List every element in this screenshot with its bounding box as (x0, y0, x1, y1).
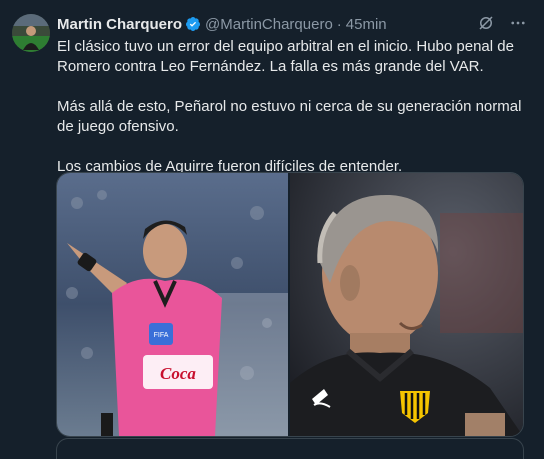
author-name[interactable]: Martin Charquero (57, 16, 182, 33)
svg-text:FIFA: FIFA (154, 332, 169, 339)
tweet-text: El clásico tuvo un error del equipo arbi… (57, 37, 527, 177)
avatar[interactable] (12, 14, 50, 52)
grok-icon[interactable] (477, 14, 495, 36)
coca-cola-logo-text: Coca (160, 364, 196, 383)
referee-photo[interactable]: FIFA Coca (57, 173, 290, 436)
tweet-paragraph-1: El clásico tuvo un error del equipo arbi… (57, 38, 514, 75)
timestamp[interactable]: 45min (346, 16, 387, 33)
coach-photo[interactable] (290, 173, 523, 436)
header-actions (477, 14, 527, 36)
tweet-paragraph-2: Más allá de esto, Peñarol no estuvo ni c… (57, 98, 522, 135)
quoted-card-edge (56, 438, 524, 459)
tweet-content: Martin Charquero @MartinCharquero · 45mi… (57, 14, 527, 197)
verified-badge-icon (185, 16, 201, 32)
author-handle[interactable]: @MartinCharquero (205, 16, 333, 33)
tweet-media[interactable]: FIFA Coca (56, 172, 524, 437)
separator-dot: · (336, 15, 342, 33)
more-options-icon[interactable] (509, 14, 527, 36)
tweet-header: Martin Charquero @MartinCharquero · 45mi… (57, 14, 527, 34)
